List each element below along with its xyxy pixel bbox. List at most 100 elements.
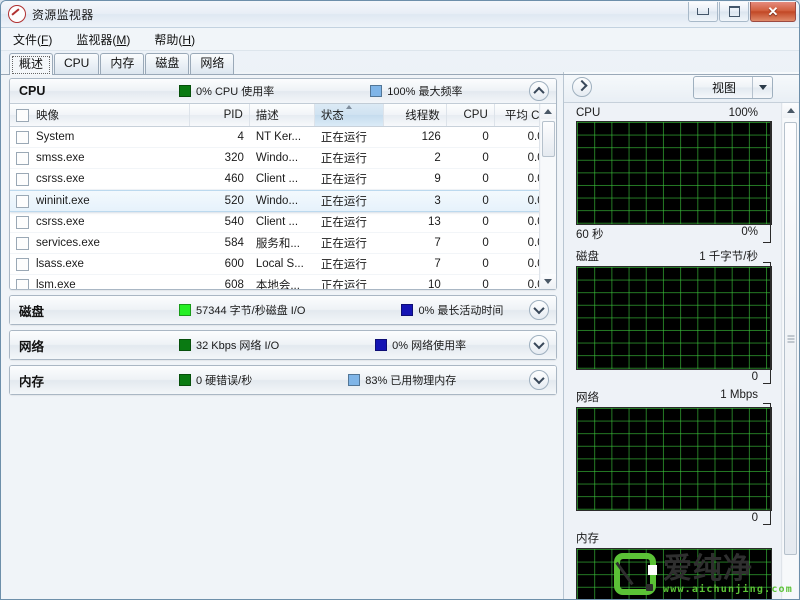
graph-list: CPU 100% 60 秒 0% 磁盘 1 千字节/秒 0 网络 1 Mbps … (564, 103, 782, 599)
expand-panel-button[interactable] (572, 77, 592, 97)
right-scroll-up-button[interactable] (783, 103, 798, 118)
section-network-header[interactable]: 网络 32 Kbps 网络 I/O 0% 网络使用率 (10, 331, 556, 359)
column-header-description[interactable]: 描述 (250, 104, 315, 126)
select-all-checkbox[interactable] (16, 108, 29, 122)
chevron-up-icon (533, 86, 545, 99)
chevron-down-icon (533, 372, 545, 385)
watermark-text: 爱纯净 www.aichunjing.com (663, 553, 793, 595)
table-body: System 4 NT Ker... 正在运行 126 0 0.00 smss.… (10, 127, 556, 289)
right-scrollbar-thumb[interactable] (784, 122, 797, 555)
minimize-button[interactable] (688, 2, 718, 22)
graph-cpu-footer: 60 秒 0% (576, 226, 772, 242)
row-checkbox[interactable] (16, 130, 29, 144)
row-checkbox[interactable] (16, 215, 29, 229)
graph-disk-min: 0 (751, 371, 758, 383)
cpu-process-table: 映像 PID 描述 状态 线程数 CPU 平均 C... System 4 NT… (10, 104, 557, 289)
tab-label: 网络 (200, 56, 225, 70)
cell-cpu: 0 (482, 173, 489, 185)
section-disk-title: 磁盘 (19, 304, 45, 319)
tab-network[interactable]: 网络 (190, 53, 235, 74)
cell-description: 服务和... (255, 238, 300, 250)
section-memory-header[interactable]: 内存 0 硬错误/秒 83% 已用物理内存 (10, 366, 556, 394)
graph-disk-canvas (576, 266, 772, 370)
graph-cpu-title: CPU (576, 107, 601, 119)
graph-disk: 磁盘 1 千字节/秒 0 (576, 248, 772, 384)
right-scrollbar-track[interactable] (783, 118, 798, 599)
graph-cpu-bracket (763, 121, 771, 243)
expand-disk-button[interactable] (529, 300, 549, 320)
tab-label: 内存 (110, 56, 135, 70)
table-row[interactable]: lsm.exe 608 本地会... 正在运行 10 0 0.00 (10, 275, 556, 289)
cell-image: System (36, 131, 75, 143)
scroll-down-button[interactable] (540, 274, 556, 289)
tab-disk[interactable]: 磁盘 (145, 53, 190, 74)
cell-image: lsass.exe (36, 258, 84, 270)
collapse-cpu-button[interactable] (529, 81, 549, 101)
cell-description: Local S... (255, 258, 304, 270)
menu-help[interactable]: 帮助(H) (152, 29, 205, 50)
cell-pid: 584 (224, 237, 244, 249)
column-header-image[interactable]: 映像 (10, 104, 191, 126)
table-row[interactable]: services.exe 584 服务和... 正在运行 7 0 0.00 (10, 233, 556, 254)
table-row[interactable]: wininit.exe 520 Windo... 正在运行 3 0 0.00 (10, 190, 556, 212)
row-checkbox[interactable] (16, 257, 29, 271)
graph-network-footer: 0 (576, 512, 772, 524)
cell-threads: 126 (421, 131, 441, 143)
graph-cpu-min: 0% (741, 226, 758, 238)
expand-memory-button[interactable] (529, 370, 549, 390)
section-disk-header[interactable]: 磁盘 57344 字节/秒磁盘 I/O 0% 最长活动时间 (10, 296, 556, 324)
tab-label: 磁盘 (155, 56, 180, 70)
maximize-button[interactable] (719, 2, 749, 22)
close-button[interactable]: ✕ (750, 2, 796, 22)
cell-pid: 4 (237, 131, 244, 143)
tab-overview[interactable]: 概述 (9, 53, 54, 75)
memory-used-swatch (348, 374, 361, 386)
right-pane-scrollbar[interactable] (781, 103, 799, 599)
column-header-pid[interactable]: PID (190, 104, 250, 126)
resource-monitor-icon (8, 5, 26, 23)
row-checkbox[interactable] (16, 151, 29, 165)
menu-monitor[interactable]: 监视器(M) (74, 29, 140, 50)
cell-threads: 2 (434, 152, 441, 164)
expand-network-button[interactable] (529, 335, 549, 355)
view-button[interactable]: 视图 (692, 75, 773, 99)
row-checkbox[interactable] (16, 236, 29, 250)
chevron-down-icon (533, 337, 545, 350)
table-row[interactable]: smss.exe 320 Windo... 正在运行 2 0 0.00 (10, 148, 556, 169)
menu-file[interactable]: 文件(F) (11, 29, 62, 50)
table-row[interactable]: lsass.exe 600 Local S... 正在运行 7 0 0.00 (10, 254, 556, 275)
column-header-cpu[interactable]: CPU (447, 104, 495, 126)
cell-threads: 10 (428, 279, 441, 289)
close-icon: ✕ (767, 4, 779, 19)
table-row[interactable]: System 4 NT Ker... 正在运行 126 0 0.00 (10, 127, 556, 148)
caret-up-icon (544, 109, 552, 114)
cell-image: csrss.exe (36, 173, 85, 185)
process-list-scrollbar[interactable] (539, 104, 556, 289)
cell-description: NT Ker... (255, 131, 302, 143)
maximize-icon (728, 6, 740, 17)
tab-label: CPU (64, 56, 90, 70)
table-row[interactable]: csrss.exe 460 Client ... 正在运行 9 0 0.00 (10, 169, 556, 190)
section-cpu-header[interactable]: CPU 0% CPU 使用率 100% 最大频率 (10, 79, 556, 104)
cell-pid: 520 (224, 195, 244, 207)
row-checkbox[interactable] (16, 194, 29, 208)
table-row[interactable]: csrss.exe 540 Client ... 正在运行 13 0 0.00 (10, 212, 556, 233)
row-checkbox[interactable] (16, 278, 29, 289)
table-header-row: 映像 PID 描述 状态 线程数 CPU 平均 C... (10, 104, 557, 127)
column-header-threads[interactable]: 线程数 (384, 104, 447, 126)
column-header-status[interactable]: 状态 (314, 104, 384, 126)
minimize-icon (697, 8, 709, 15)
scroll-up-button[interactable] (540, 104, 556, 119)
scrollbar-grip-icon (787, 333, 794, 344)
view-dropdown-arrow[interactable] (753, 84, 772, 90)
scrollbar-track[interactable] (540, 119, 556, 274)
tab-strip: 概述 CPU 内存 磁盘 网络 (1, 51, 799, 75)
chevron-right-icon (576, 79, 588, 92)
cell-image: services.exe (36, 237, 100, 249)
row-checkbox[interactable] (16, 172, 29, 186)
tab-memory[interactable]: 内存 (100, 53, 145, 74)
graph-disk-footer: 0 (576, 371, 772, 383)
scrollbar-thumb[interactable] (541, 121, 555, 157)
network-io-text: 32 Kbps 网络 I/O (196, 340, 280, 352)
tab-cpu[interactable]: CPU (54, 53, 100, 74)
